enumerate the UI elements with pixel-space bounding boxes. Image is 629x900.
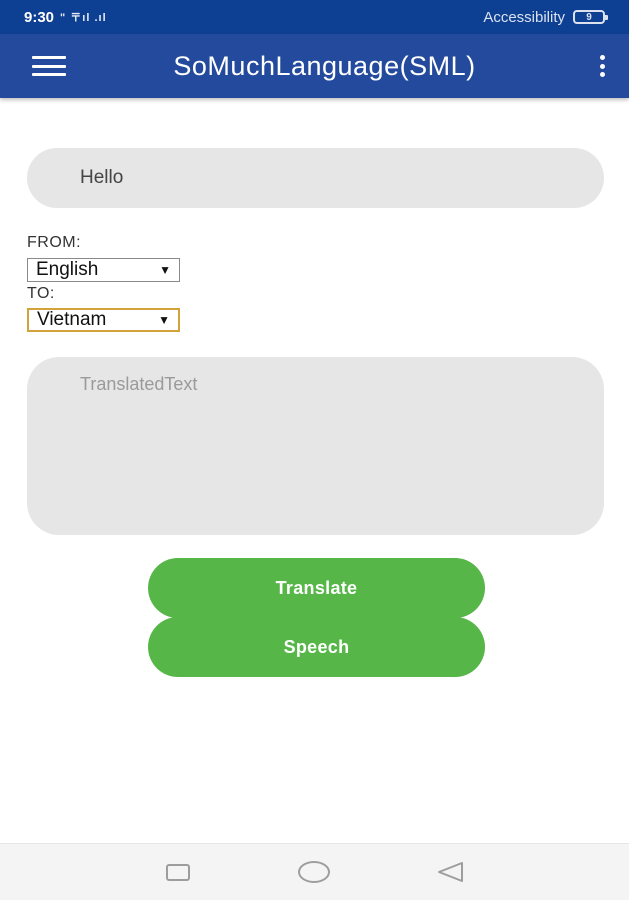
circle-icon (298, 861, 331, 883)
battery-level: 9 (586, 11, 592, 23)
from-language-value: English (36, 259, 99, 280)
from-language-select[interactable]: English ▼ (27, 258, 180, 282)
home-button[interactable] (294, 852, 334, 892)
back-button[interactable] (431, 852, 471, 892)
signal-icon: " 〒ıl .ıl (60, 12, 107, 24)
to-label: TO: (27, 285, 55, 302)
hamburger-menu-icon[interactable] (32, 56, 66, 76)
to-language-value: Vietnam (37, 309, 107, 330)
dropdown-arrow-icon: ▼ (159, 263, 171, 277)
status-right: Accessibility 9 (483, 8, 608, 26)
from-label: FROM: (27, 234, 82, 251)
translate-button[interactable]: Translate (148, 558, 485, 618)
speech-button[interactable]: Speech (148, 617, 485, 677)
app-title: SoMuchLanguage(SML) (173, 50, 476, 81)
status-bar: 9:30 " 〒ıl .ıl Accessibility 9 (0, 0, 629, 34)
translated-text-placeholder: TranslatedText (80, 374, 198, 394)
source-text-value: Hello (80, 167, 124, 188)
to-language-select[interactable]: Vietnam ▼ (27, 308, 180, 332)
source-text-input[interactable]: Hello (27, 148, 604, 208)
triangle-back-icon (437, 862, 463, 882)
battery-icon: 9 (573, 10, 608, 24)
app-bar: SoMuchLanguage(SML) (0, 34, 629, 98)
accessibility-label: Accessibility (483, 8, 565, 26)
dropdown-arrow-icon: ▼ (158, 313, 170, 327)
status-left: 9:30 " 〒ıl .ıl (24, 9, 107, 26)
recents-button[interactable] (158, 852, 198, 892)
system-nav-bar (0, 843, 629, 900)
square-icon (166, 863, 191, 881)
status-time: 9:30 (24, 8, 55, 26)
more-vert-icon[interactable] (597, 55, 607, 77)
translated-text-output[interactable]: TranslatedText (27, 357, 604, 535)
